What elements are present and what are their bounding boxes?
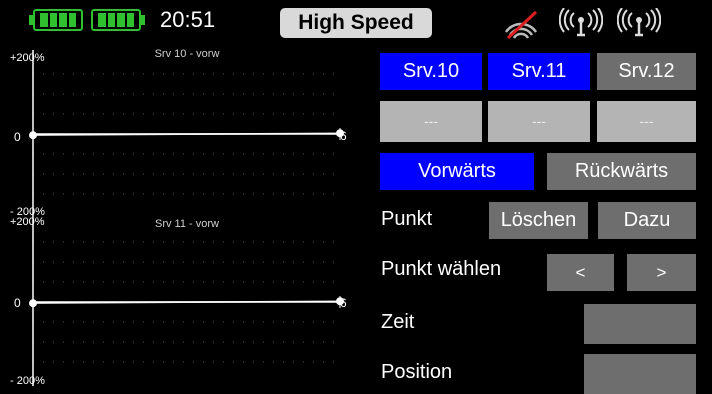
flight-mode-label[interactable]: High Speed	[280, 8, 432, 38]
y-zero-label: 0	[14, 296, 21, 310]
servo-slot-2[interactable]: ---	[488, 101, 590, 142]
y-zero-label: 0	[14, 130, 21, 144]
servo-button-12[interactable]: Srv.12	[597, 53, 696, 90]
curve-line	[32, 300, 341, 304]
point-label-text: Punkt	[381, 208, 433, 230]
chart-title: Srv 11 - vorw	[155, 218, 219, 230]
y-top-label: +200%	[10, 216, 45, 228]
clock: 20:51	[160, 7, 216, 32]
curve-line	[32, 132, 341, 136]
chart-title: Srv 10 - vorw	[154, 48, 220, 60]
select-point-label: Punkt wählen	[381, 258, 502, 280]
servo-button-10[interactable]: Srv.10	[380, 53, 482, 90]
point-label: 6	[340, 296, 347, 310]
add-point-button[interactable]: Dazu	[598, 202, 696, 239]
prev-point-button[interactable]: <	[547, 254, 614, 291]
y-bottom-label: - 200%	[10, 375, 45, 387]
position-value-field[interactable]	[584, 354, 696, 394]
point-label: 6	[340, 129, 347, 143]
time-label: Zeit	[381, 311, 415, 333]
y-top-label: +200%	[10, 52, 45, 64]
servo-slot-1[interactable]: ---	[380, 101, 482, 142]
transmitter-battery-icon	[91, 9, 145, 31]
curve-point	[29, 131, 37, 140]
curve-point	[29, 299, 37, 308]
antenna-icon	[617, 8, 661, 37]
delete-point-button[interactable]: Löschen	[489, 202, 588, 239]
servo-button-11[interactable]: Srv.11	[488, 53, 590, 90]
servo-slot-3[interactable]: ---	[597, 101, 696, 142]
curve-line	[32, 300, 341, 304]
time-value-field[interactable]	[584, 304, 696, 344]
forward-button[interactable]: Vorwärts	[380, 153, 534, 190]
antenna-icon	[559, 8, 603, 37]
no-signal-icon	[504, 10, 538, 40]
backward-button[interactable]: Rückwärts	[547, 153, 696, 190]
next-point-button[interactable]: >	[627, 254, 696, 291]
receiver-battery-icon	[29, 9, 83, 31]
position-label: Position	[381, 361, 453, 383]
curve-line	[32, 132, 341, 136]
